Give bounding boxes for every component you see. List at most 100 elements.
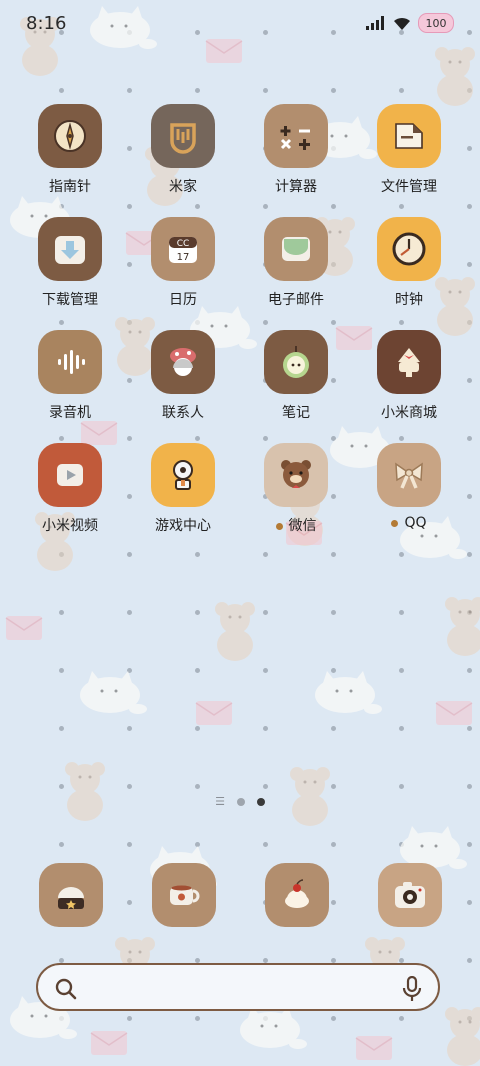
wallpaper-decoration [263,784,268,789]
app-label: 时钟 [354,289,464,309]
wallpaper-decoration [127,88,132,93]
app-contacts[interactable]: 联系人 [128,330,238,422]
bow-qq-icon[interactable] [377,443,441,507]
app-label-text: 游戏中心 [155,518,211,534]
app-label: 游戏中心 [128,515,238,535]
app-label-text: 时钟 [395,292,423,308]
app-label: 笔记 [241,402,351,422]
wallpaper-decoration [331,88,336,93]
bear-wechat-icon[interactable] [264,443,328,507]
wallpaper-decoration [467,204,472,209]
app-mijia[interactable]: 米家 [128,104,238,196]
dock-app-4[interactable] [378,863,442,927]
app-notes-apple[interactable]: 笔记 [241,330,351,422]
app-bow-qq[interactable]: QQ [354,443,464,531]
app-folder[interactable]: 文件管理 [354,104,464,196]
wallpaper-decoration [59,610,64,615]
app-recorder[interactable]: 录音机 [15,330,125,422]
wallpaper-decoration [127,726,132,731]
app-compass[interactable]: 指南针 [15,104,125,196]
wallpaper-decoration [59,320,64,325]
app-download[interactable]: 下载管理 [15,217,125,309]
wallpaper-decoration [275,760,345,830]
wallpaper-decoration [435,700,473,726]
page-dot-2[interactable] [256,797,265,806]
app-bear-wechat[interactable]: 微信 [241,443,351,535]
cake-icon[interactable] [265,863,329,927]
app-label-text: 小米视频 [42,518,98,534]
wallpaper-decoration [127,552,132,557]
wallpaper-decoration [127,610,132,615]
new-badge [275,522,283,530]
app-label-text: 指南针 [49,179,91,195]
wallpaper-decoration [263,320,268,325]
new-badge [391,519,399,527]
app-calculator[interactable]: 计算器 [241,104,351,196]
app-label: 小米视频 [15,515,125,535]
wallpaper-decoration [263,726,268,731]
app-label: 下载管理 [15,289,125,309]
wallpaper-decoration [195,784,200,789]
game-center-icon[interactable] [151,443,215,507]
app-video[interactable]: 小米视频 [15,443,125,535]
wallpaper-decoration [305,665,385,721]
app-label-text: 日历 [169,292,197,308]
calendar-icon[interactable]: CC 17 [151,217,215,281]
app-label: 计算器 [241,176,351,196]
wallpaper-decoration [399,610,404,615]
page-indicator[interactable]: ☰ [0,796,480,807]
teacup-icon[interactable] [152,863,216,927]
wallpaper-decoration [195,88,200,93]
wallpaper-decoration [200,595,270,665]
wallpaper-decoration [331,204,336,209]
page-dot-1[interactable] [236,797,245,806]
search-bar[interactable] [36,963,440,1011]
notes-apple-icon[interactable] [264,330,328,394]
wallpaper-decoration [263,436,268,441]
contacts-icon[interactable] [151,330,215,394]
compass-icon[interactable] [38,104,102,168]
dock-app-3[interactable] [265,863,329,927]
app-label-text: 电子邮件 [268,292,324,308]
app-clock[interactable]: 时钟 [354,217,464,309]
clock-icon[interactable] [377,217,441,281]
app-label-text: QQ [404,515,427,531]
wallpaper-decoration [331,842,336,847]
dock-app-2[interactable] [152,863,216,927]
app-store-cake[interactable]: 小米商城 [354,330,464,422]
camera-icon[interactable] [378,863,442,927]
app-calendar[interactable]: CC 17 日历 [128,217,238,309]
wallpaper-decoration [467,668,472,673]
app-mail[interactable]: 电子邮件 [241,217,351,309]
dock-app-1[interactable] [39,863,103,927]
app-label: 电子邮件 [241,289,351,309]
wallpaper-decoration [467,262,472,267]
wallpaper-decoration [467,900,472,905]
wallpaper-decoration [467,494,472,499]
calculator-icon[interactable] [264,104,328,168]
mail-icon[interactable] [264,217,328,281]
store-cake-icon[interactable] [377,330,441,394]
mijia-icon[interactable] [151,104,215,168]
wallpaper-decoration [59,668,64,673]
app-label: 米家 [128,176,238,196]
wallpaper-decoration [127,1016,132,1021]
page-list-icon[interactable]: ☰ [215,796,225,807]
wallpaper-decoration [399,204,404,209]
wallpaper-decoration [59,726,64,731]
search-icon[interactable] [54,977,78,1001]
wallpaper-decoration [399,1016,404,1021]
app-label-text: 微信 [288,518,317,534]
app-game-center[interactable]: 游戏中心 [128,443,238,535]
app-label-text: 笔记 [282,405,310,421]
wallpaper-decoration [420,40,480,110]
download-icon[interactable] [38,217,102,281]
wallpaper-decoration [467,726,472,731]
microphone-icon[interactable] [402,976,422,1002]
video-icon[interactable] [38,443,102,507]
wallpaper-decoration [127,842,132,847]
phone-bun-icon[interactable] [39,863,103,927]
app-label-text: 下载管理 [42,292,98,308]
folder-icon[interactable] [377,104,441,168]
recorder-icon[interactable] [38,330,102,394]
